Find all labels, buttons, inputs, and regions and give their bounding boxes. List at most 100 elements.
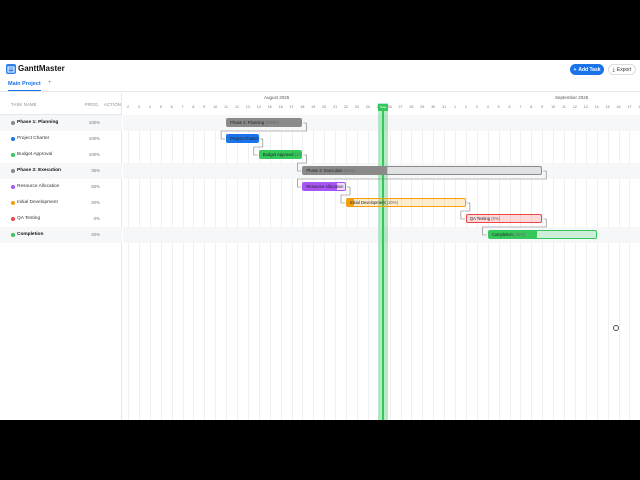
grid-line	[356, 115, 358, 420]
task-bar[interactable]: Budget Approval (10	[258, 150, 303, 159]
grid-line	[564, 115, 565, 420]
day-label: 13	[583, 105, 588, 109]
task-row[interactable]: Resource Allocation 60%	[0, 179, 122, 195]
plus-icon: +	[573, 66, 577, 73]
task-bar[interactable]: Phase 1: Planning (100%)	[226, 118, 303, 127]
grid-line	[553, 115, 555, 420]
task-color-dot	[11, 201, 15, 205]
task-bar-label: Completion (40%)	[491, 232, 526, 237]
column-action: ACTION	[104, 102, 122, 107]
day-label: 2	[127, 105, 129, 109]
grid-line	[629, 115, 631, 420]
grid-line	[247, 115, 249, 420]
grid-line	[498, 115, 500, 420]
task-row[interactable]: Project Charter 100%	[0, 131, 122, 147]
grid-line	[302, 115, 304, 420]
task-color-dot	[11, 185, 15, 189]
task-bar[interactable]: Project Charter	[226, 134, 259, 143]
task-name: Initial Development	[17, 200, 58, 205]
day-label: 22	[344, 105, 348, 109]
grid-line	[291, 115, 293, 420]
day-label: 10	[551, 105, 556, 109]
task-bar[interactable]: Initial Development (20%)	[346, 198, 466, 207]
task-name: Completion	[17, 232, 44, 237]
day-label: 20	[322, 105, 327, 109]
day-label: 16	[278, 105, 283, 109]
grid-line	[171, 115, 173, 420]
day-label: 4	[486, 105, 489, 109]
grid-line	[367, 115, 369, 420]
grid-line	[520, 115, 522, 420]
day-label: 8	[530, 105, 533, 109]
task-bar-label: Phase 2: Execution (35%)	[306, 168, 355, 173]
day-label: 23	[354, 105, 359, 109]
export-button[interactable]: ⤓ Export	[608, 64, 636, 75]
tab-main-project[interactable]: Main Project	[8, 81, 41, 91]
mouse-cursor	[613, 325, 619, 331]
month-label: September 2026	[555, 95, 589, 100]
grid-line	[607, 115, 609, 420]
day-label: 27	[398, 105, 403, 109]
gantt-timeline[interactable]: August 2026 September 2026 2 3 4 5 6 7 8 9 10 11 1…	[123, 93, 640, 420]
add-task-button[interactable]: + Add Task	[570, 64, 604, 75]
task-bar-label: Resource Allocation	[306, 184, 344, 189]
grid-line	[258, 115, 260, 420]
download-icon: ⤓	[612, 66, 615, 73]
grid-line	[204, 115, 206, 420]
task-bar[interactable]: Phase 2: Execution (35%)	[302, 166, 543, 175]
task-row[interactable]: QA Testing 0%	[0, 211, 122, 227]
day-label: 16	[616, 105, 621, 109]
month-label: August 2026	[264, 95, 290, 100]
tab-bar: Main Project +	[0, 78, 640, 92]
task-bar-label: Budget Approval (10	[262, 152, 301, 157]
app-window: GanttMaster + Add Task ⤓ Export Main Pro…	[0, 60, 640, 420]
task-bar[interactable]: QA Testing (0%)	[465, 214, 543, 223]
day-label: 7	[181, 105, 184, 109]
day-label: 15	[267, 105, 272, 109]
task-progress: 100%	[88, 136, 100, 141]
task-color-dot	[11, 153, 15, 157]
task-progress: 100%	[88, 120, 100, 125]
grid-line	[542, 115, 544, 420]
grid-line	[237, 115, 238, 420]
task-name: Phase 2: Execution	[17, 168, 61, 173]
day-label: 12	[235, 105, 239, 109]
grid-line	[193, 115, 195, 420]
day-label: 28	[409, 105, 414, 109]
grid-line	[444, 115, 446, 420]
day-label: 9	[541, 105, 544, 109]
day-label: 19	[311, 105, 316, 109]
task-progress: 35%	[91, 168, 100, 173]
day-label: 31	[442, 105, 447, 109]
task-bar[interactable]: Completion (40%)	[487, 230, 597, 239]
task-bar[interactable]: Resource Allocation	[302, 182, 346, 191]
task-name: Resource Allocation	[17, 184, 60, 189]
task-row[interactable]: Budget Approval 100%	[0, 147, 122, 163]
day-label: 17	[627, 105, 632, 109]
task-progress: 60%	[91, 184, 100, 189]
task-color-dot	[11, 233, 15, 237]
grid-line	[346, 115, 347, 420]
grid-line	[433, 115, 435, 420]
task-row[interactable]: Phase 1: Planning 100%	[0, 115, 122, 131]
grid-line	[324, 115, 326, 420]
grid-line	[400, 115, 402, 420]
day-label: 21	[333, 105, 338, 109]
today-label: Today	[379, 106, 387, 109]
day-label: 8	[192, 105, 195, 109]
grid-line	[574, 115, 576, 420]
calendar-logo-icon	[6, 64, 16, 74]
add-tab-button[interactable]: +	[48, 80, 52, 86]
grid-line	[149, 115, 151, 420]
grid-line	[280, 115, 282, 420]
add-task-label: Add Task	[578, 66, 601, 73]
task-row[interactable]: Phase 2: Execution 35%	[0, 163, 122, 179]
grid-line	[128, 115, 129, 420]
task-row[interactable]: Completion 40%	[0, 227, 122, 243]
task-row[interactable]: Initial Development 20%	[0, 195, 122, 211]
grid-line	[389, 115, 391, 420]
column-progress: PROG.	[85, 102, 100, 107]
grid-line	[531, 115, 533, 420]
day-label: 17	[289, 105, 294, 109]
day-label: 18	[300, 105, 305, 109]
